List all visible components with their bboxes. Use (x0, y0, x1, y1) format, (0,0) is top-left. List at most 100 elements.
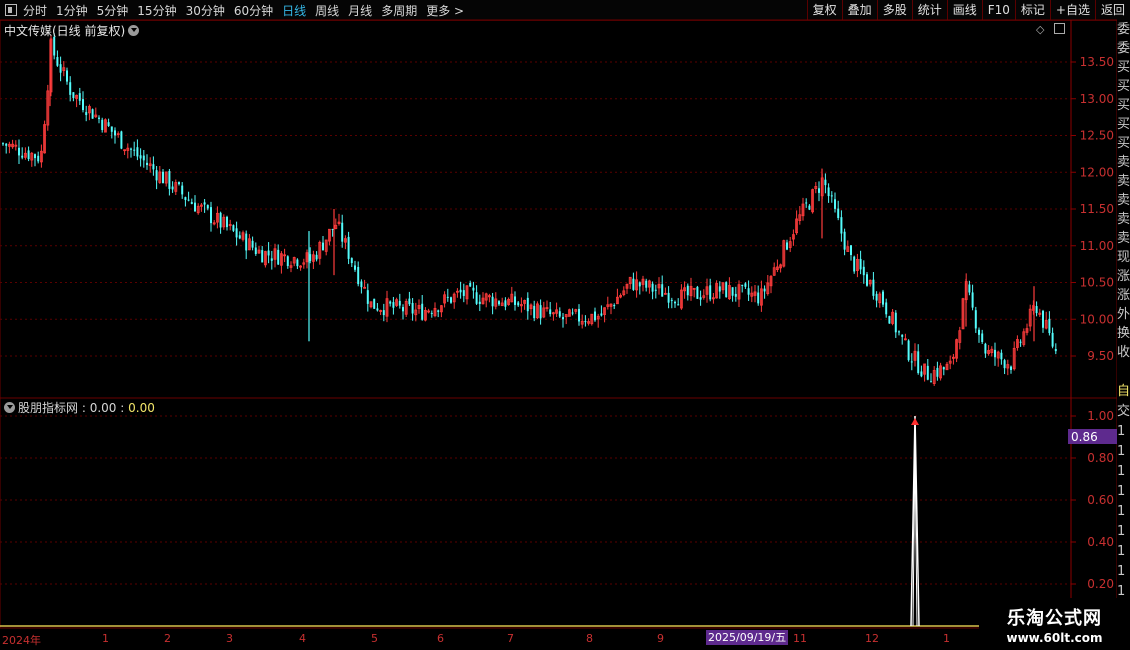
candle-body (853, 256, 856, 272)
candle-body (654, 289, 657, 291)
x-axis-label: 9 (657, 632, 664, 645)
side-panel-label: 换 (1117, 326, 1130, 341)
indicator-value-1: 0.00 (89, 401, 117, 415)
indicator-name: 股朋指标网 (18, 401, 79, 415)
candle-body (840, 217, 843, 234)
candle-body (818, 188, 820, 193)
candle-body (670, 299, 673, 301)
window-toggle-icon[interactable] (1053, 23, 1065, 34)
indicator-y-tick-label: 0.60 (1087, 493, 1114, 507)
side-panel-label: 现 (1117, 250, 1130, 265)
candle-body (696, 286, 699, 299)
candle-body (34, 154, 36, 159)
candle-body (731, 287, 734, 296)
candle-body (942, 367, 945, 370)
candle-body (1042, 310, 1044, 328)
candle-body (600, 313, 603, 316)
side-panel-label: 卖 (1117, 174, 1130, 189)
stock-title: 中文传媒(日线 前复权) (4, 24, 126, 38)
indicator-y-tick-label: 1.00 (1087, 409, 1114, 423)
candle-body (917, 351, 920, 374)
candle-body (971, 292, 974, 308)
side-panel-label: 卖 (1117, 212, 1130, 227)
side-panel-label: 卖 (1117, 231, 1130, 246)
candle-body (382, 310, 385, 316)
y-tick-label: 12.00 (1080, 165, 1114, 179)
y-tick-label: 10.50 (1080, 276, 1114, 290)
candle-body (786, 242, 788, 250)
candle-body (549, 309, 552, 315)
candle-body (226, 216, 228, 228)
side-panel-label: 委 (1117, 41, 1130, 56)
candle-body (981, 333, 984, 342)
chevron-down-icon[interactable] (4, 402, 15, 413)
candle-body (1010, 366, 1012, 370)
candle-body (894, 312, 897, 333)
candle-body (37, 155, 40, 162)
x-axis-label: 3 (226, 632, 233, 645)
candle-body (699, 297, 702, 300)
candle-body (21, 155, 24, 158)
x-axis: 2024年 1 2 3 4 5 6 7 8 9 11 12 1 (0, 629, 1117, 650)
candle-body (437, 310, 440, 312)
candle-body (478, 301, 481, 304)
candle-body (472, 287, 475, 291)
candle-body (859, 258, 862, 270)
x-axis-label: 2 (164, 632, 171, 645)
candle-body (885, 302, 888, 315)
side-panel-label: 委 (1117, 22, 1130, 37)
candle-body (56, 57, 59, 66)
candle-body (146, 162, 148, 166)
indicator-title: 股朋指标网 : 0.00 : 0.00 (4, 399, 155, 416)
side-panel-label: 买 (1117, 136, 1130, 151)
candle-body (882, 291, 884, 305)
candle-body (408, 298, 411, 305)
watermark-url: www.60lt.com (1006, 631, 1103, 645)
candle-body (184, 197, 187, 200)
candle-body (85, 112, 88, 116)
candle-body (254, 247, 257, 255)
candle-body (504, 300, 507, 307)
candle-body (1000, 352, 1003, 360)
y-tick-label: 11.00 (1080, 239, 1114, 253)
candle-body (744, 283, 747, 287)
candle-body (462, 290, 465, 296)
candle-body (514, 296, 516, 305)
candle-body (837, 208, 840, 218)
candle-body (763, 288, 766, 292)
candle-body (539, 305, 542, 319)
candle-body (578, 308, 580, 322)
side-panel-label: 买 (1117, 98, 1130, 113)
candle-body (78, 93, 81, 101)
x-axis-label: 1 (102, 632, 109, 645)
x-axis-label: 2024年 (2, 634, 41, 647)
candle-body (562, 317, 564, 320)
y-tick-label: 11.50 (1080, 202, 1114, 216)
candle-body (645, 280, 648, 288)
candle-body (139, 155, 142, 159)
candle-body (91, 109, 94, 119)
side-panel-label: 外 (1117, 307, 1130, 322)
candle-body (296, 259, 299, 267)
candle-body (1054, 349, 1057, 352)
candle-body (757, 292, 760, 304)
indicator-y-tick-label: 0.20 (1087, 577, 1114, 591)
y-tick-label: 13.00 (1080, 92, 1114, 106)
chart-canvas[interactable]: 13.50 13.00 12.50 12.00 11.50 11.00 10.50 10.00… (0, 0, 1117, 629)
chevron-down-icon[interactable] (128, 25, 140, 36)
candle-body (98, 117, 100, 119)
side-panel-indicator-label: 1 (1117, 524, 1126, 539)
watermark-logo: 乐淘公式网 www.60lt.com (979, 598, 1130, 650)
candle-body (168, 171, 171, 189)
candle-body (968, 284, 971, 293)
side-panel-indicator-label: 1 (1117, 484, 1126, 499)
diamond-icon[interactable]: ◇ (1036, 23, 1044, 36)
main-pane-title: 中文传媒(日线 前复权) (4, 22, 140, 39)
side-panel-label: 买 (1117, 79, 1130, 94)
side-panel-label: 涨 (1117, 269, 1130, 284)
candle-body (210, 207, 212, 224)
quote-side-panel: 委委买买买买买卖卖卖卖卖现涨涨外换收自交111111111 (1117, 20, 1130, 650)
candle-body (862, 266, 865, 276)
candle-body (741, 284, 744, 286)
candle-body (875, 293, 878, 301)
